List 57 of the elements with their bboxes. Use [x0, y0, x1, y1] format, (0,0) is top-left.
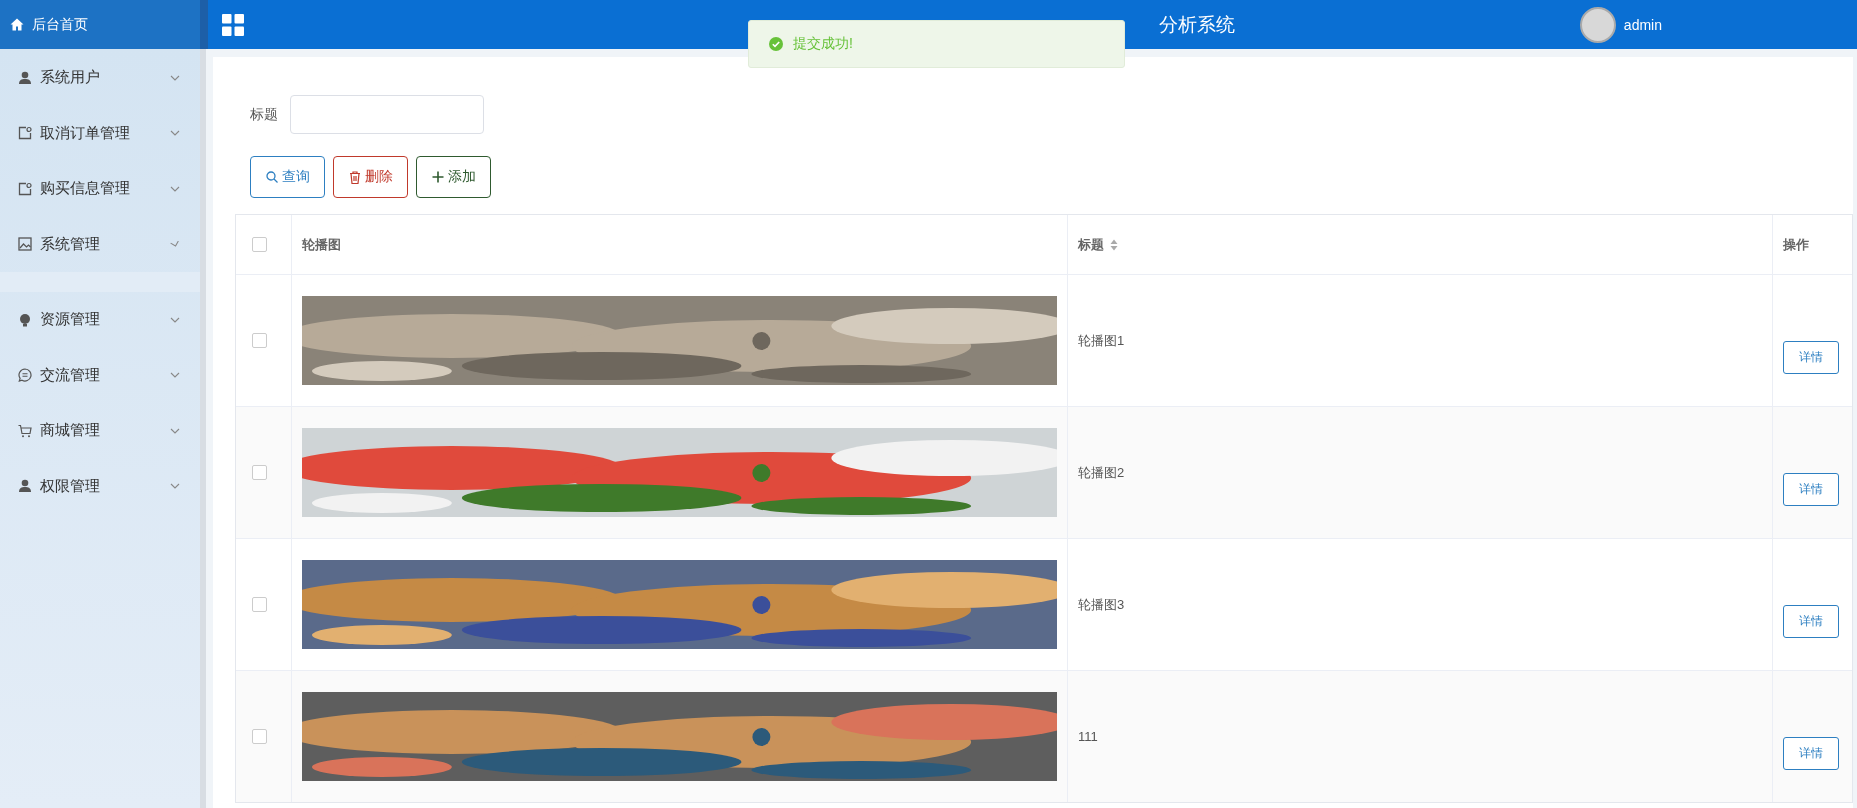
add-button[interactable]: 添加: [416, 156, 491, 198]
user-icon: [18, 479, 32, 494]
checkbox[interactable]: [252, 597, 267, 612]
sidebar-item[interactable]: 权限管理: [0, 458, 200, 514]
checkbox[interactable]: [252, 237, 267, 252]
system-title: 分析系统: [1159, 12, 1235, 37]
image-icon: [18, 237, 32, 252]
sidebar-item[interactable]: 资源管理: [0, 292, 200, 348]
column-header[interactable]: 标题: [1078, 235, 1104, 254]
checkbox[interactable]: [252, 729, 267, 744]
chevron-icon: [170, 427, 180, 434]
grid-menu-icon[interactable]: [222, 13, 244, 36]
search-icon: [265, 171, 278, 183]
chevron-icon: [170, 241, 180, 248]
chevron-icon: [170, 316, 180, 323]
plus-icon: [431, 171, 444, 183]
home-link[interactable]: 后台首页: [32, 15, 88, 34]
sidebar-item[interactable]: 系统用户: [0, 50, 200, 106]
table-cell: 轮播图2: [1078, 463, 1125, 482]
sidebar-item[interactable]: 交流管理: [0, 347, 200, 403]
home-icon: [10, 18, 24, 31]
trash-icon: [348, 170, 361, 184]
detail-button[interactable]: 详情: [1783, 737, 1839, 770]
chevron-icon: [170, 74, 180, 81]
table-cell: 轮播图1: [1078, 331, 1125, 350]
table-cell: 轮播图3: [1078, 595, 1125, 614]
chevron-icon: [170, 130, 180, 137]
title-label: 标题: [250, 105, 278, 124]
title-input[interactable]: [290, 95, 484, 134]
document-icon: [18, 126, 32, 141]
user-icon: [18, 70, 32, 85]
check-circle-icon: [769, 37, 783, 51]
document-icon: [18, 181, 32, 196]
chevron-icon: [170, 185, 180, 192]
checkbox[interactable]: [252, 333, 267, 348]
chevron-icon: [170, 372, 180, 379]
sidebar-item[interactable]: 购买信息管理: [0, 161, 200, 217]
detail-button[interactable]: 详情: [1783, 605, 1839, 638]
column-header: 操作: [1783, 235, 1809, 254]
detail-button[interactable]: 详情: [1783, 473, 1839, 506]
sort-icon[interactable]: [1110, 238, 1118, 251]
chat-icon: [18, 368, 32, 383]
column-header: 轮播图: [302, 235, 341, 254]
bulb-icon: [18, 312, 32, 327]
chevron-icon: [170, 483, 180, 490]
delete-button[interactable]: 删除: [333, 156, 408, 198]
avatar[interactable]: [1579, 6, 1616, 43]
sidebar-item[interactable]: 系统管理: [0, 216, 200, 272]
sidebar-item[interactable]: 商城管理: [0, 403, 200, 459]
user-name[interactable]: admin: [1623, 16, 1662, 33]
search-button[interactable]: 查询: [250, 156, 325, 198]
toast-message: 提交成功!: [793, 35, 853, 53]
detail-button[interactable]: 详情: [1783, 341, 1839, 374]
table-cell: 111: [1078, 729, 1098, 744]
checkbox[interactable]: [252, 465, 267, 480]
cart-icon: [18, 423, 32, 438]
sidebar-item[interactable]: 取消订单管理: [0, 105, 200, 161]
